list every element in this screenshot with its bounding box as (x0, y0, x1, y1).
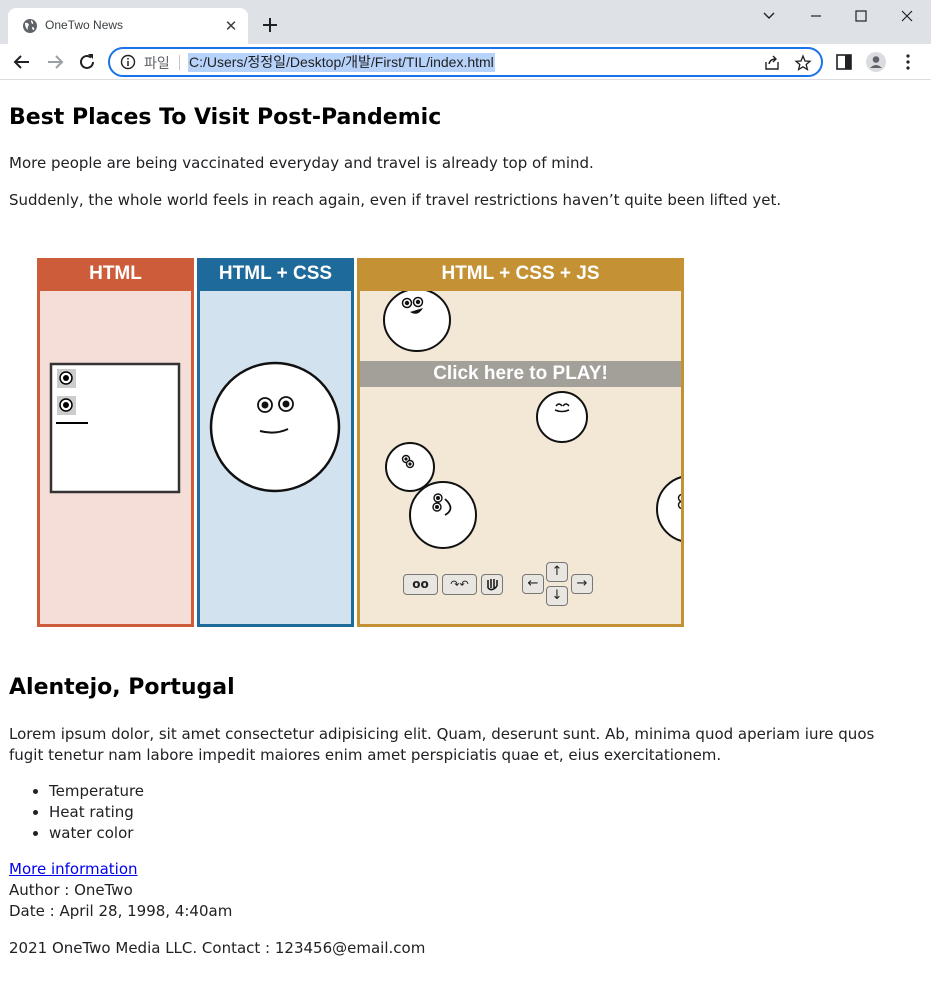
close-tab-icon[interactable]: ✕ (222, 17, 240, 35)
intro-paragraph-2: Suddenly, the whole world feels in reach… (9, 191, 782, 209)
list-item: Heat rating (49, 802, 144, 823)
features-list: Temperature Heat rating water color (49, 781, 144, 844)
tab-search-chevron-icon[interactable] (754, 5, 784, 27)
browser-tab[interactable]: OneTwo News ✕ (8, 8, 248, 44)
html-css-js-illustration: HTML HTML + CSS HTML + CSS + JS Click he… (37, 258, 685, 628)
share-icon[interactable] (763, 54, 781, 72)
page-title: Best Places To Visit Post-Pandemic (9, 105, 442, 130)
globe-icon (23, 19, 37, 33)
hand-icon (487, 579, 498, 591)
intro-paragraph-1: More people are being vaccinated everyda… (9, 154, 594, 172)
scheme-label: 파일 (144, 56, 170, 72)
browser-toolbar: 파일 C:/Users/정정일/Desktop/개발/First/TIL/ind… (0, 44, 931, 80)
arrow-up-button[interactable]: ↑ (546, 562, 568, 582)
close-window-icon[interactable] (892, 5, 922, 27)
tab-strip: OneTwo News ✕ (0, 0, 931, 44)
more-information-link[interactable]: More information (9, 860, 138, 878)
minimize-icon[interactable] (801, 5, 831, 27)
panel-css-title: HTML + CSS (197, 258, 354, 291)
back-arrow-icon[interactable] (10, 50, 34, 74)
reload-icon[interactable] (75, 50, 99, 74)
play-banner[interactable]: Click here to PLAY! (360, 361, 681, 387)
new-tab-icon[interactable] (259, 14, 281, 36)
footer-text: 2021 OneTwo Media LLC. Contact : 123456@… (9, 939, 426, 957)
eyes-control-button[interactable]: oo (403, 574, 438, 595)
arrow-left-button[interactable]: ← (522, 574, 544, 594)
round-face-drawing (209, 361, 341, 493)
bookmark-star-icon[interactable] (794, 54, 812, 72)
omnibox-divider (179, 55, 180, 70)
panel-html: HTML (37, 258, 194, 627)
tab-title: OneTwo News (45, 18, 124, 32)
section-heading: Alentejo, Portugal (9, 675, 235, 700)
panel-html-title: HTML (37, 258, 194, 291)
section-paragraph: Lorem ipsum dolor, sit amet consectetur … (9, 725, 875, 764)
arrow-down-button[interactable]: ↓ (546, 586, 568, 606)
date-line: Date : April 28, 1998, 4:40am (9, 902, 233, 920)
list-item: Temperature (49, 781, 144, 802)
hand-control-button[interactable] (481, 574, 503, 595)
panel-js[interactable]: HTML + CSS + JS Click here to PLAY! oo ↷… (357, 258, 684, 627)
panel-css: HTML + CSS (197, 258, 354, 627)
maximize-icon[interactable] (846, 5, 876, 27)
spin-control-button[interactable]: ↷↶ (442, 574, 477, 595)
address-bar[interactable]: 파일 C:/Users/정정일/Desktop/개발/First/TIL/ind… (108, 47, 823, 77)
html-form-drawing (49, 362, 181, 494)
author-line: Author : OneTwo (9, 881, 133, 899)
arrow-right-button[interactable]: → (571, 574, 593, 594)
url-text[interactable]: C:/Users/정정일/Desktop/개발/First/TIL/index.… (188, 53, 495, 72)
profile-avatar-icon[interactable] (865, 51, 887, 73)
info-icon[interactable] (120, 54, 136, 70)
list-item: water color (49, 823, 144, 844)
forward-arrow-icon[interactable] (43, 50, 67, 74)
side-panel-icon[interactable] (833, 51, 855, 73)
menu-kebab-icon[interactable] (897, 51, 919, 73)
panel-js-title: HTML + CSS + JS (360, 261, 681, 291)
